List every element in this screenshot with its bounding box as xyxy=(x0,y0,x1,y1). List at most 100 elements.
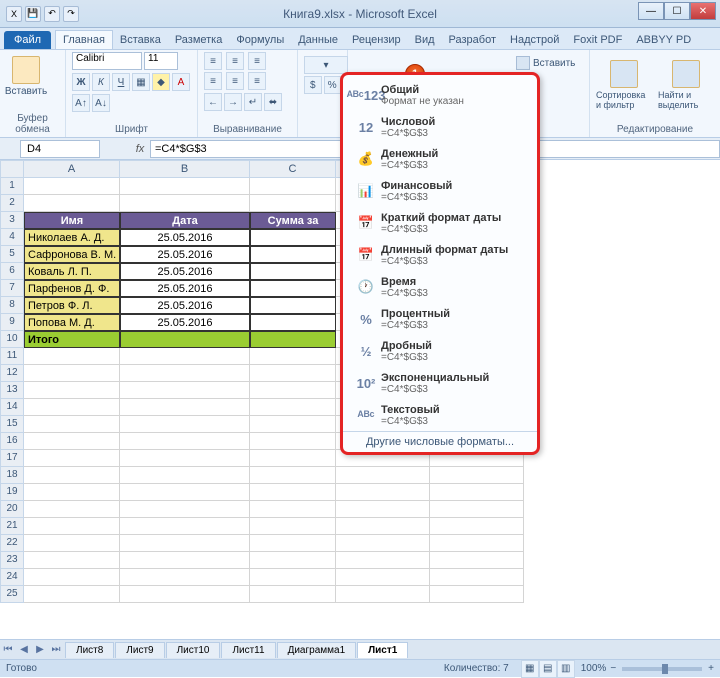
fx-icon[interactable]: fx xyxy=(130,143,150,155)
save-icon[interactable]: 💾 xyxy=(25,6,41,22)
row-header[interactable]: 11 xyxy=(0,348,24,365)
nf-item-4[interactable]: 📅Краткий формат даты=C4*$G$3 xyxy=(343,207,537,239)
row-header[interactable]: 25 xyxy=(0,586,24,603)
view-layout-button[interactable]: ▤ xyxy=(539,660,557,678)
maximize-button[interactable]: ☐ xyxy=(664,2,690,20)
sheet-tab[interactable]: Диаграмма1 xyxy=(277,642,357,658)
zoom-out-button[interactable]: − xyxy=(610,663,616,674)
font-size-select[interactable]: 11 xyxy=(144,52,178,70)
sheet-tab[interactable]: Лист9 xyxy=(115,642,164,658)
row-header[interactable]: 24 xyxy=(0,569,24,586)
underline-button[interactable]: Ч xyxy=(112,73,130,91)
tab-developer[interactable]: Разработ xyxy=(442,31,503,49)
nf-item-3[interactable]: 📊Финансовый=C4*$G$3 xyxy=(343,175,537,207)
col-header-C[interactable]: C xyxy=(250,160,336,178)
row-header[interactable]: 3 xyxy=(0,212,24,229)
percent-button[interactable]: % xyxy=(324,76,342,94)
currency-button[interactable]: $ xyxy=(304,76,322,94)
row-header[interactable]: 14 xyxy=(0,399,24,416)
row-header[interactable]: 12 xyxy=(0,365,24,382)
tab-nav-last[interactable]: ⏭ xyxy=(48,644,64,655)
row-header[interactable]: 23 xyxy=(0,552,24,569)
view-pagebreak-button[interactable]: ▥ xyxy=(557,660,575,678)
col-header-A[interactable]: A xyxy=(24,160,120,178)
sort-filter-button[interactable]: Сортировка и фильтр xyxy=(596,56,652,110)
col-header-B[interactable]: B xyxy=(120,160,250,178)
nf-item-9[interactable]: 10²Экспоненциальный=C4*$G$3 xyxy=(343,367,537,399)
zoom-slider[interactable] xyxy=(622,667,702,671)
wrap-text-button[interactable]: ↵ xyxy=(244,93,262,111)
tab-formulas[interactable]: Формулы xyxy=(229,31,291,49)
close-button[interactable]: ✕ xyxy=(690,2,716,20)
row-header[interactable]: 21 xyxy=(0,518,24,535)
align-bottom-button[interactable]: ≡ xyxy=(248,52,266,70)
row-header[interactable]: 18 xyxy=(0,467,24,484)
sheet-tab[interactable]: Лист8 xyxy=(65,642,114,658)
undo-icon[interactable]: ↶ xyxy=(44,6,60,22)
increase-indent-button[interactable]: → xyxy=(224,93,242,111)
row-header[interactable]: 22 xyxy=(0,535,24,552)
font-color-button[interactable]: A xyxy=(172,73,190,91)
tab-nav-next[interactable]: ▶ xyxy=(32,644,48,655)
grow-font-button[interactable]: A↑ xyxy=(72,94,90,112)
tab-insert[interactable]: Вставка xyxy=(113,31,168,49)
nf-more-formats[interactable]: Другие числовые форматы... xyxy=(343,431,537,452)
name-box[interactable]: D4 xyxy=(20,140,100,158)
sheet-tab[interactable]: Лист11 xyxy=(221,642,275,658)
row-header[interactable]: 16 xyxy=(0,433,24,450)
sheet-tab[interactable]: Лист1 xyxy=(357,642,408,658)
row-header[interactable]: 9 xyxy=(0,314,24,331)
nf-item-10[interactable]: ᴬᴮᶜТекстовый=C4*$G$3 xyxy=(343,399,537,431)
align-right-button[interactable]: ≡ xyxy=(248,72,266,90)
row-header[interactable]: 5 xyxy=(0,246,24,263)
row-header[interactable]: 10 xyxy=(0,331,24,348)
row-header[interactable]: 17 xyxy=(0,450,24,467)
tab-abbyy[interactable]: ABBYY PD xyxy=(629,31,698,49)
row-header[interactable]: 13 xyxy=(0,382,24,399)
find-select-button[interactable]: Найти и выделить xyxy=(658,56,714,110)
paste-button[interactable]: Вставить xyxy=(6,52,46,97)
fill-color-button[interactable]: ◆ xyxy=(152,73,170,91)
merge-button[interactable]: ⬌ xyxy=(264,93,282,111)
tab-layout[interactable]: Разметка xyxy=(168,31,230,49)
insert-cells-button[interactable]: Вставить xyxy=(516,56,583,70)
tab-view[interactable]: Вид xyxy=(408,31,442,49)
sheet-tab[interactable]: Лист10 xyxy=(166,642,221,658)
tab-home[interactable]: Главная xyxy=(55,30,113,49)
row-header[interactable]: 19 xyxy=(0,484,24,501)
tab-data[interactable]: Данные xyxy=(291,31,345,49)
nf-item-1[interactable]: 12Числовой=C4*$G$3 xyxy=(343,111,537,143)
row-header[interactable]: 8 xyxy=(0,297,24,314)
tab-addins[interactable]: Надстрой xyxy=(503,31,566,49)
nf-item-5[interactable]: 📅Длинный формат даты=C4*$G$3 xyxy=(343,239,537,271)
file-tab[interactable]: Файл xyxy=(4,31,51,49)
font-name-select[interactable]: Calibri xyxy=(72,52,142,70)
shrink-font-button[interactable]: A↓ xyxy=(92,94,110,112)
row-header[interactable]: 1 xyxy=(0,178,24,195)
row-header[interactable]: 15 xyxy=(0,416,24,433)
tab-nav-first[interactable]: ⏮ xyxy=(0,644,16,655)
align-left-button[interactable]: ≡ xyxy=(204,72,222,90)
tab-nav-prev[interactable]: ◀ xyxy=(16,644,32,655)
align-center-button[interactable]: ≡ xyxy=(226,72,244,90)
number-format-dropdown[interactable]: ▾ xyxy=(304,56,348,74)
nf-item-7[interactable]: %Процентный=C4*$G$3 xyxy=(343,303,537,335)
row-header[interactable]: 7 xyxy=(0,280,24,297)
align-top-button[interactable]: ≡ xyxy=(204,52,222,70)
bold-button[interactable]: Ж xyxy=(72,73,90,91)
excel-icon[interactable]: X xyxy=(6,6,22,22)
decrease-indent-button[interactable]: ← xyxy=(204,93,222,111)
align-middle-button[interactable]: ≡ xyxy=(226,52,244,70)
border-button[interactable]: ▦ xyxy=(132,73,150,91)
select-all-button[interactable] xyxy=(0,160,24,178)
nf-item-8[interactable]: ½Дробный=C4*$G$3 xyxy=(343,335,537,367)
zoom-in-button[interactable]: + xyxy=(708,663,714,674)
nf-item-0[interactable]: ᴬᴮᶜ123ОбщийФормат не указан xyxy=(343,79,537,111)
row-header[interactable]: 20 xyxy=(0,501,24,518)
row-header[interactable]: 2 xyxy=(0,195,24,212)
nf-item-6[interactable]: 🕐Время=C4*$G$3 xyxy=(343,271,537,303)
redo-icon[interactable]: ↷ xyxy=(63,6,79,22)
row-header[interactable]: 4 xyxy=(0,229,24,246)
minimize-button[interactable]: — xyxy=(638,2,664,20)
tab-foxit[interactable]: Foxit PDF xyxy=(566,31,629,49)
